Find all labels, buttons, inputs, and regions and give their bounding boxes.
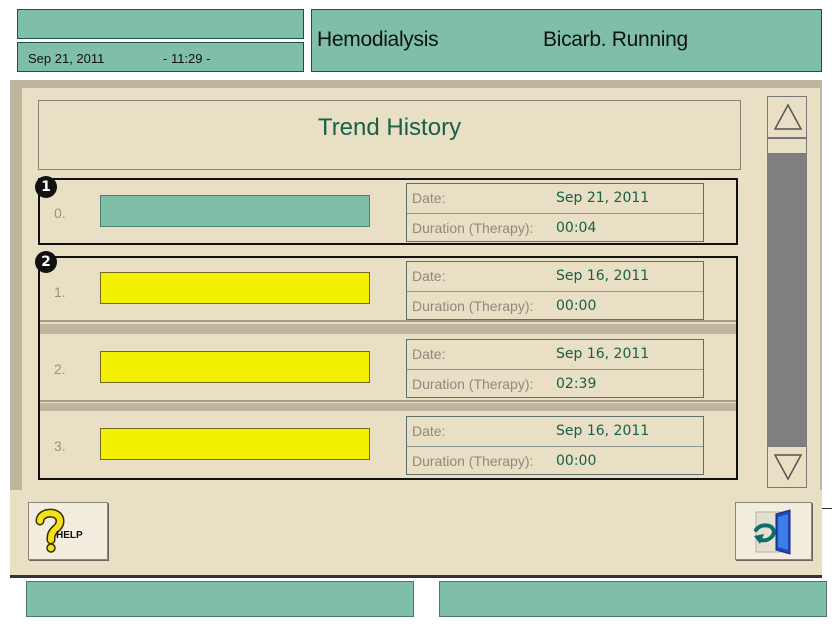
exit-door-icon (754, 509, 791, 555)
header-date: Sep 21, 2011 (28, 51, 105, 66)
header-time: - 11:29 - (163, 51, 211, 66)
footer-right-button[interactable] (439, 581, 827, 617)
callout-badge-2: 2 (35, 251, 57, 273)
footer-divider (10, 575, 822, 578)
header-mode: Hemodialysis (317, 28, 439, 51)
bottom-toolbar (10, 490, 822, 576)
header-status: Bicarb. Running (543, 28, 688, 51)
selection-frame-2 (38, 256, 738, 480)
scroll-up-button[interactable] (767, 96, 807, 138)
triangle-down-icon (773, 454, 803, 481)
toolbar-edge-line (822, 508, 832, 509)
header-status-box: Hemodialysis Bicarb. Running (311, 9, 822, 72)
help-button[interactable]: HELP (28, 502, 108, 560)
page-title: Trend History (317, 114, 462, 141)
footer-left-button[interactable] (26, 581, 414, 617)
exit-button[interactable] (735, 502, 812, 560)
header-datetime-box: Sep 21, 2011 - 11:29 - (17, 42, 304, 72)
scroll-down-button[interactable] (767, 446, 807, 488)
page-title-bar: Trend History (38, 100, 741, 170)
callout-badge-1: 1 (35, 176, 57, 198)
help-label: HELP (56, 530, 83, 541)
scrollbar-track[interactable] (767, 138, 807, 446)
header-blank-box (17, 9, 304, 39)
scroll-thumb[interactable] (767, 138, 807, 154)
triangle-up-icon (773, 103, 803, 130)
selection-frame-1 (38, 178, 738, 245)
